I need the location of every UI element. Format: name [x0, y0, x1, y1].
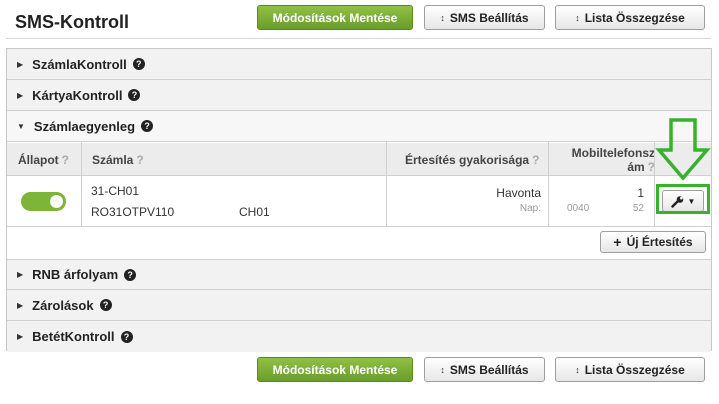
sms-settings-button-top[interactable]: ↕ SMS Beállítás	[424, 5, 545, 30]
plus-icon: +	[613, 234, 622, 250]
sms-settings-label: SMS Beállítás	[449, 362, 529, 377]
annotation-arrow-icon	[655, 118, 711, 181]
help-icon[interactable]: ?	[136, 153, 143, 167]
save-changes-button-bottom[interactable]: Módosítások Mentése	[257, 357, 413, 382]
frequency-value: Havonta	[496, 186, 541, 200]
account-name: 31-CH01	[91, 184, 140, 198]
accordion-panel: ▶ SzámlaKontroll ? ▶ KártyaKontroll ? ▼ …	[6, 48, 712, 352]
help-icon[interactable]: ?	[124, 268, 137, 281]
caret-right-icon: ▶	[17, 300, 24, 310]
list-summary-label: Lista Összegzése	[584, 362, 685, 377]
annotation-highlight-box	[656, 184, 710, 214]
column-divider	[386, 142, 387, 226]
toggle-knob	[50, 195, 63, 208]
status-toggle[interactable]	[21, 192, 66, 211]
column-account-label: Számla	[92, 152, 134, 167]
caret-down-icon: ▼	[17, 121, 25, 131]
section-szamlaegyenleg[interactable]: ▼ Számlaegyenleg ?	[7, 111, 711, 142]
help-icon[interactable]: ?	[120, 330, 133, 343]
save-changes-label: Módosítások Mentése	[272, 362, 398, 377]
column-phone-label-1: Mobiltelefonsz	[571, 145, 655, 160]
help-icon[interactable]: ?	[532, 153, 539, 167]
account-iban: RO31OTPV110	[91, 205, 175, 219]
new-notification-button[interactable]: + Új Értesítés	[600, 231, 706, 253]
column-phone-label-2: ám	[627, 159, 645, 174]
chevron-updown-icon: ↕	[440, 12, 445, 23]
save-changes-button-top[interactable]: Módosítások Mentése	[257, 5, 413, 30]
column-account: Számla ?	[92, 143, 144, 176]
column-frequency-label: Értesítés gyakorisága	[405, 152, 530, 167]
column-divider	[548, 142, 549, 226]
help-icon[interactable]: ?	[62, 153, 69, 167]
column-frequency: Értesítés gyakorisága ?	[405, 143, 539, 176]
caret-right-icon: ▶	[17, 59, 24, 69]
section-szamla-kontroll[interactable]: ▶ SzámlaKontroll ?	[7, 49, 711, 80]
chevron-updown-icon: ↕	[575, 364, 580, 375]
caret-right-icon: ▶	[17, 270, 24, 279]
section-betet-kontroll[interactable]: ▶ BetétKontroll ?	[7, 321, 711, 352]
section-label: SzámlaKontroll	[32, 56, 127, 72]
section-label: KártyaKontroll	[32, 87, 123, 103]
help-icon[interactable]: ?	[99, 299, 112, 311]
column-divider	[81, 142, 82, 226]
section-label: Számlaegyenleg	[33, 118, 136, 134]
column-phone: Mobiltelefonsz ám?	[555, 143, 655, 176]
column-status-label: Állapot	[18, 152, 59, 167]
sms-settings-button-bottom[interactable]: ↕ SMS Beállítás	[424, 357, 545, 382]
table-row: 31-CH01 RO31OTPV110 CH01 Havonta Nap: 1 …	[7, 176, 711, 227]
caret-right-icon: ▶	[17, 332, 24, 341]
section-label: RNB árfolyam	[32, 267, 119, 282]
account-currency: CH01	[239, 205, 270, 219]
phone-count: 1	[637, 186, 644, 200]
help-icon[interactable]: ?	[128, 89, 141, 101]
list-summary-button-bottom[interactable]: ↕ Lista Összegzése	[555, 357, 705, 382]
day-label: Nap:	[519, 203, 541, 214]
caret-right-icon: ▶	[17, 90, 24, 100]
section-kartya-kontroll[interactable]: ▶ KártyaKontroll ?	[7, 80, 711, 111]
chevron-updown-icon: ↕	[440, 364, 445, 375]
phone-number-end: 52	[632, 203, 644, 214]
list-summary-label: Lista Összegzése	[584, 10, 685, 25]
section-zarolasok[interactable]: ▶ Zárolások ?	[7, 290, 711, 321]
list-summary-button-top[interactable]: ↕ Lista Összegzése	[555, 5, 705, 30]
sms-settings-label: SMS Beállítás	[449, 10, 529, 25]
help-icon[interactable]: ?	[132, 58, 145, 70]
chevron-updown-icon: ↕	[575, 12, 580, 23]
help-icon[interactable]: ?	[141, 120, 154, 132]
table-header: Állapot ? Számla ? Értesítés gyakorisága…	[7, 143, 711, 176]
section-label: Zárolások	[32, 297, 94, 313]
column-status: Állapot ?	[18, 143, 69, 176]
section-rnb-arfolyam[interactable]: ▶ RNB árfolyam ?	[7, 259, 711, 290]
save-changes-label: Módosítások Mentése	[272, 10, 398, 25]
page-title: SMS-Kontroll	[15, 12, 129, 32]
title-divider	[6, 38, 711, 39]
new-notification-label: Új Értesítés	[626, 235, 693, 249]
section-label: BetétKontroll	[32, 329, 115, 344]
